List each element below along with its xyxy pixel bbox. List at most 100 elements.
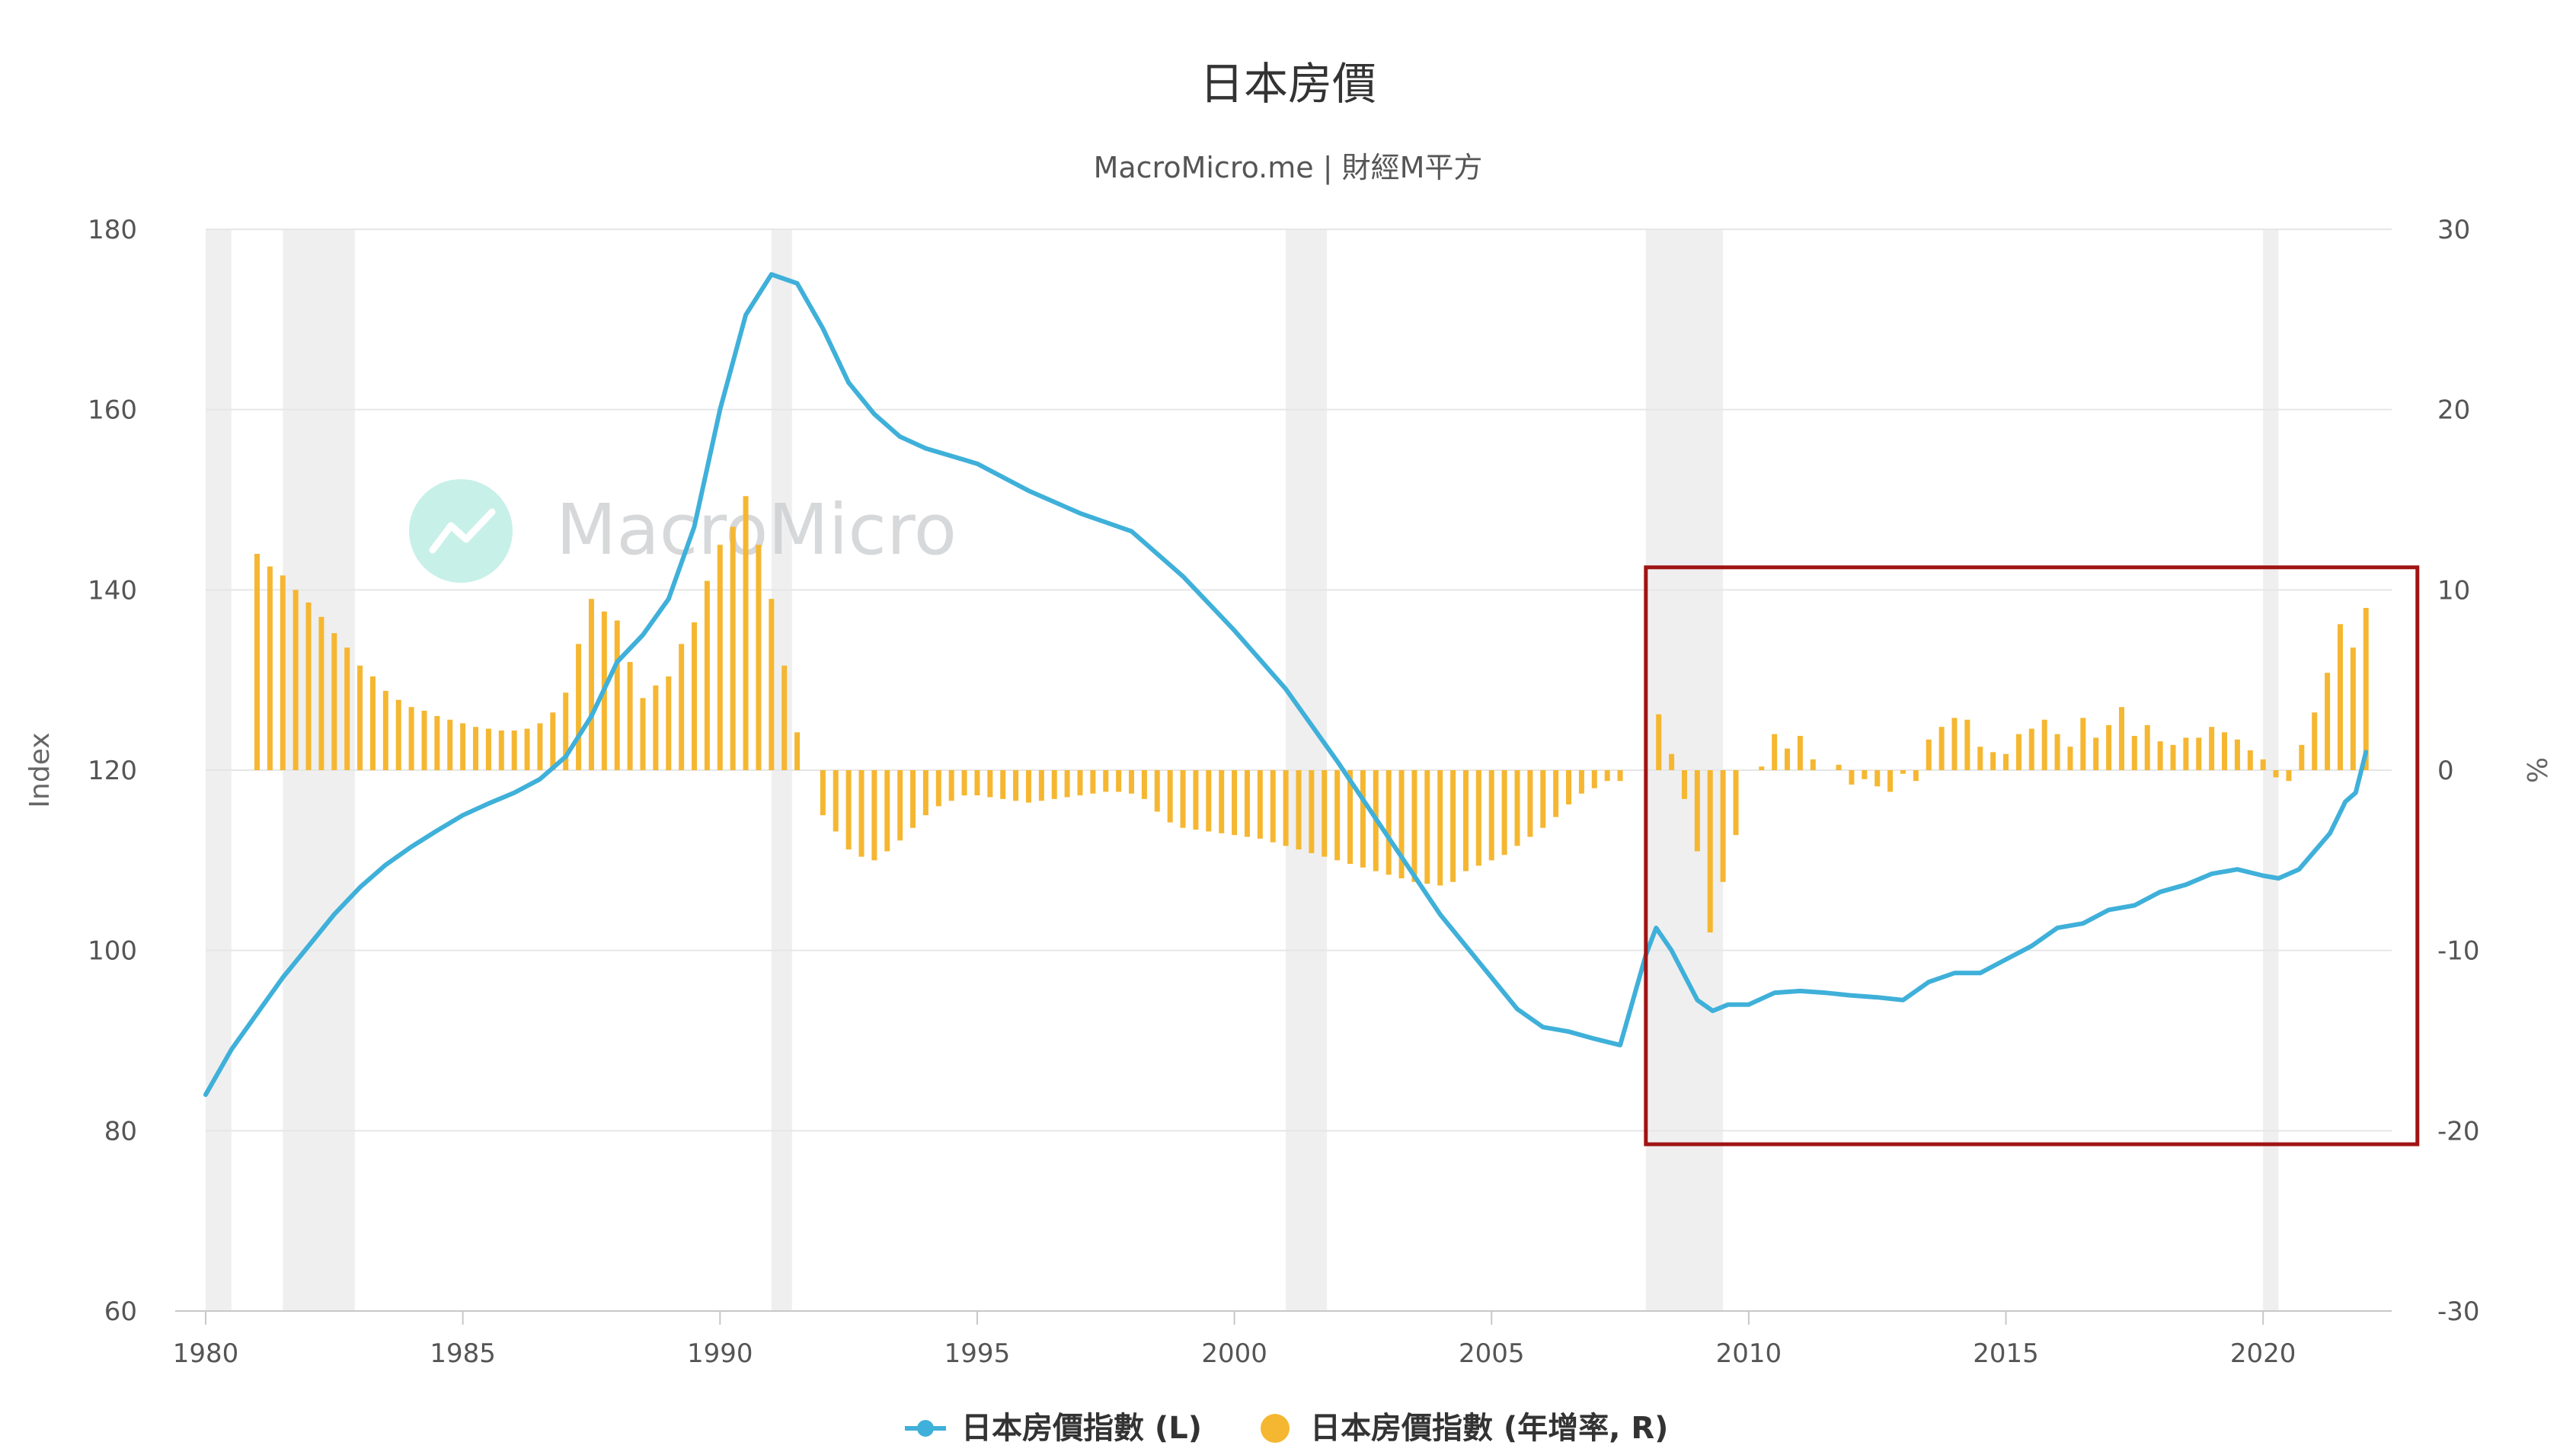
bar [524,728,530,770]
y-right-tick-label: -10 [2437,936,2480,967]
bar [1322,770,1328,857]
bar [1977,747,1983,770]
bar [537,723,543,770]
bar [2183,737,2189,770]
bar [1681,770,1687,799]
bar [1309,770,1315,853]
bar [845,770,852,850]
bar [935,770,941,807]
bar [1141,770,1147,799]
bar [871,770,877,861]
bar [666,676,672,770]
bar [1900,770,1906,774]
x-tick-label: 2020 [2230,1338,2296,1369]
bar [1501,770,1507,855]
bar [1051,770,1057,799]
bar [292,590,299,770]
chart-title: 日本房價 [1200,58,1376,110]
y-left-axis-title: Index [24,732,56,807]
bar [1617,770,1623,782]
bar [1077,770,1083,796]
x-tick-label: 2015 [1973,1338,2039,1369]
bar [1167,770,1173,823]
bar [1514,770,1520,846]
bar [1437,770,1443,886]
bar [743,496,749,770]
bar [897,770,903,841]
y-left-tick-label: 120 [88,756,137,786]
bar [2196,737,2202,770]
bar [1257,770,1263,839]
bar [1938,727,1945,770]
bar [1964,719,1970,770]
bar [1129,770,1135,794]
y-left-tick-label: 140 [88,575,137,606]
bar [2209,727,2215,770]
bar [1772,734,1778,770]
bar [447,719,453,770]
bar [640,698,646,770]
bar [254,554,260,770]
bar [434,716,440,770]
bar [2170,744,2176,770]
y-left-tick-label: 100 [88,936,137,967]
bar [1669,753,1675,770]
bar [473,727,479,770]
bar [280,575,286,770]
bar [1540,770,1546,828]
bar [2028,728,2034,770]
bar [2247,750,2253,770]
bar [2363,608,2369,770]
bar [2054,734,2060,770]
bar [704,580,710,770]
bar [1720,770,1726,882]
bar [576,644,582,770]
bar [1862,770,1868,779]
bar [2093,737,2099,770]
bar [717,545,723,770]
bar [1154,770,1160,812]
chart-svg: MacroMicro 60 80 100 120 140 160 180 -30 -20 -10 0… [24,58,2552,1446]
x-tick-label: 1985 [430,1338,496,1369]
bar [974,770,980,796]
bar [1656,714,1662,770]
y-left-tick-label: 180 [88,215,137,245]
bar [1013,770,1019,801]
bar [2106,724,2112,770]
bar [2080,718,2086,770]
bar [820,770,826,816]
x-tick-label: 1980 [173,1338,239,1369]
bar [1000,770,1006,799]
bar [1206,770,1212,832]
bar [1566,770,1572,804]
bar [344,648,350,770]
bar [2131,736,2137,770]
legend-label-bar: 日本房價指數 (年增率, R) [1310,1411,1668,1446]
bar [884,770,890,852]
bar [1810,759,1816,770]
bar [1874,770,1881,787]
bar [679,644,685,770]
bar [1450,770,1456,882]
bar [369,676,376,770]
bar [653,685,659,770]
bar [2350,648,2356,770]
y-right-tick-label: -20 [2437,1116,2480,1146]
chart-container: MacroMicro 60 80 100 120 140 160 180 -30 -20 -10 0… [0,0,2576,1455]
y-left-tick-label: 80 [104,1116,137,1146]
bar [357,665,363,770]
y-right-axis-title: % [2520,757,2552,783]
bar [1785,748,1791,770]
bar [1038,770,1044,801]
bar [2067,747,2073,770]
bar [550,712,556,770]
bar [910,770,916,828]
bar [1424,770,1430,884]
x-tick-label: 2005 [1459,1338,1525,1369]
bar [2286,770,2292,782]
bar [331,633,337,770]
bar [1707,770,1713,932]
y-right-tick-label: 10 [2437,575,2470,606]
bar [1193,770,1199,830]
bar [2118,707,2124,770]
